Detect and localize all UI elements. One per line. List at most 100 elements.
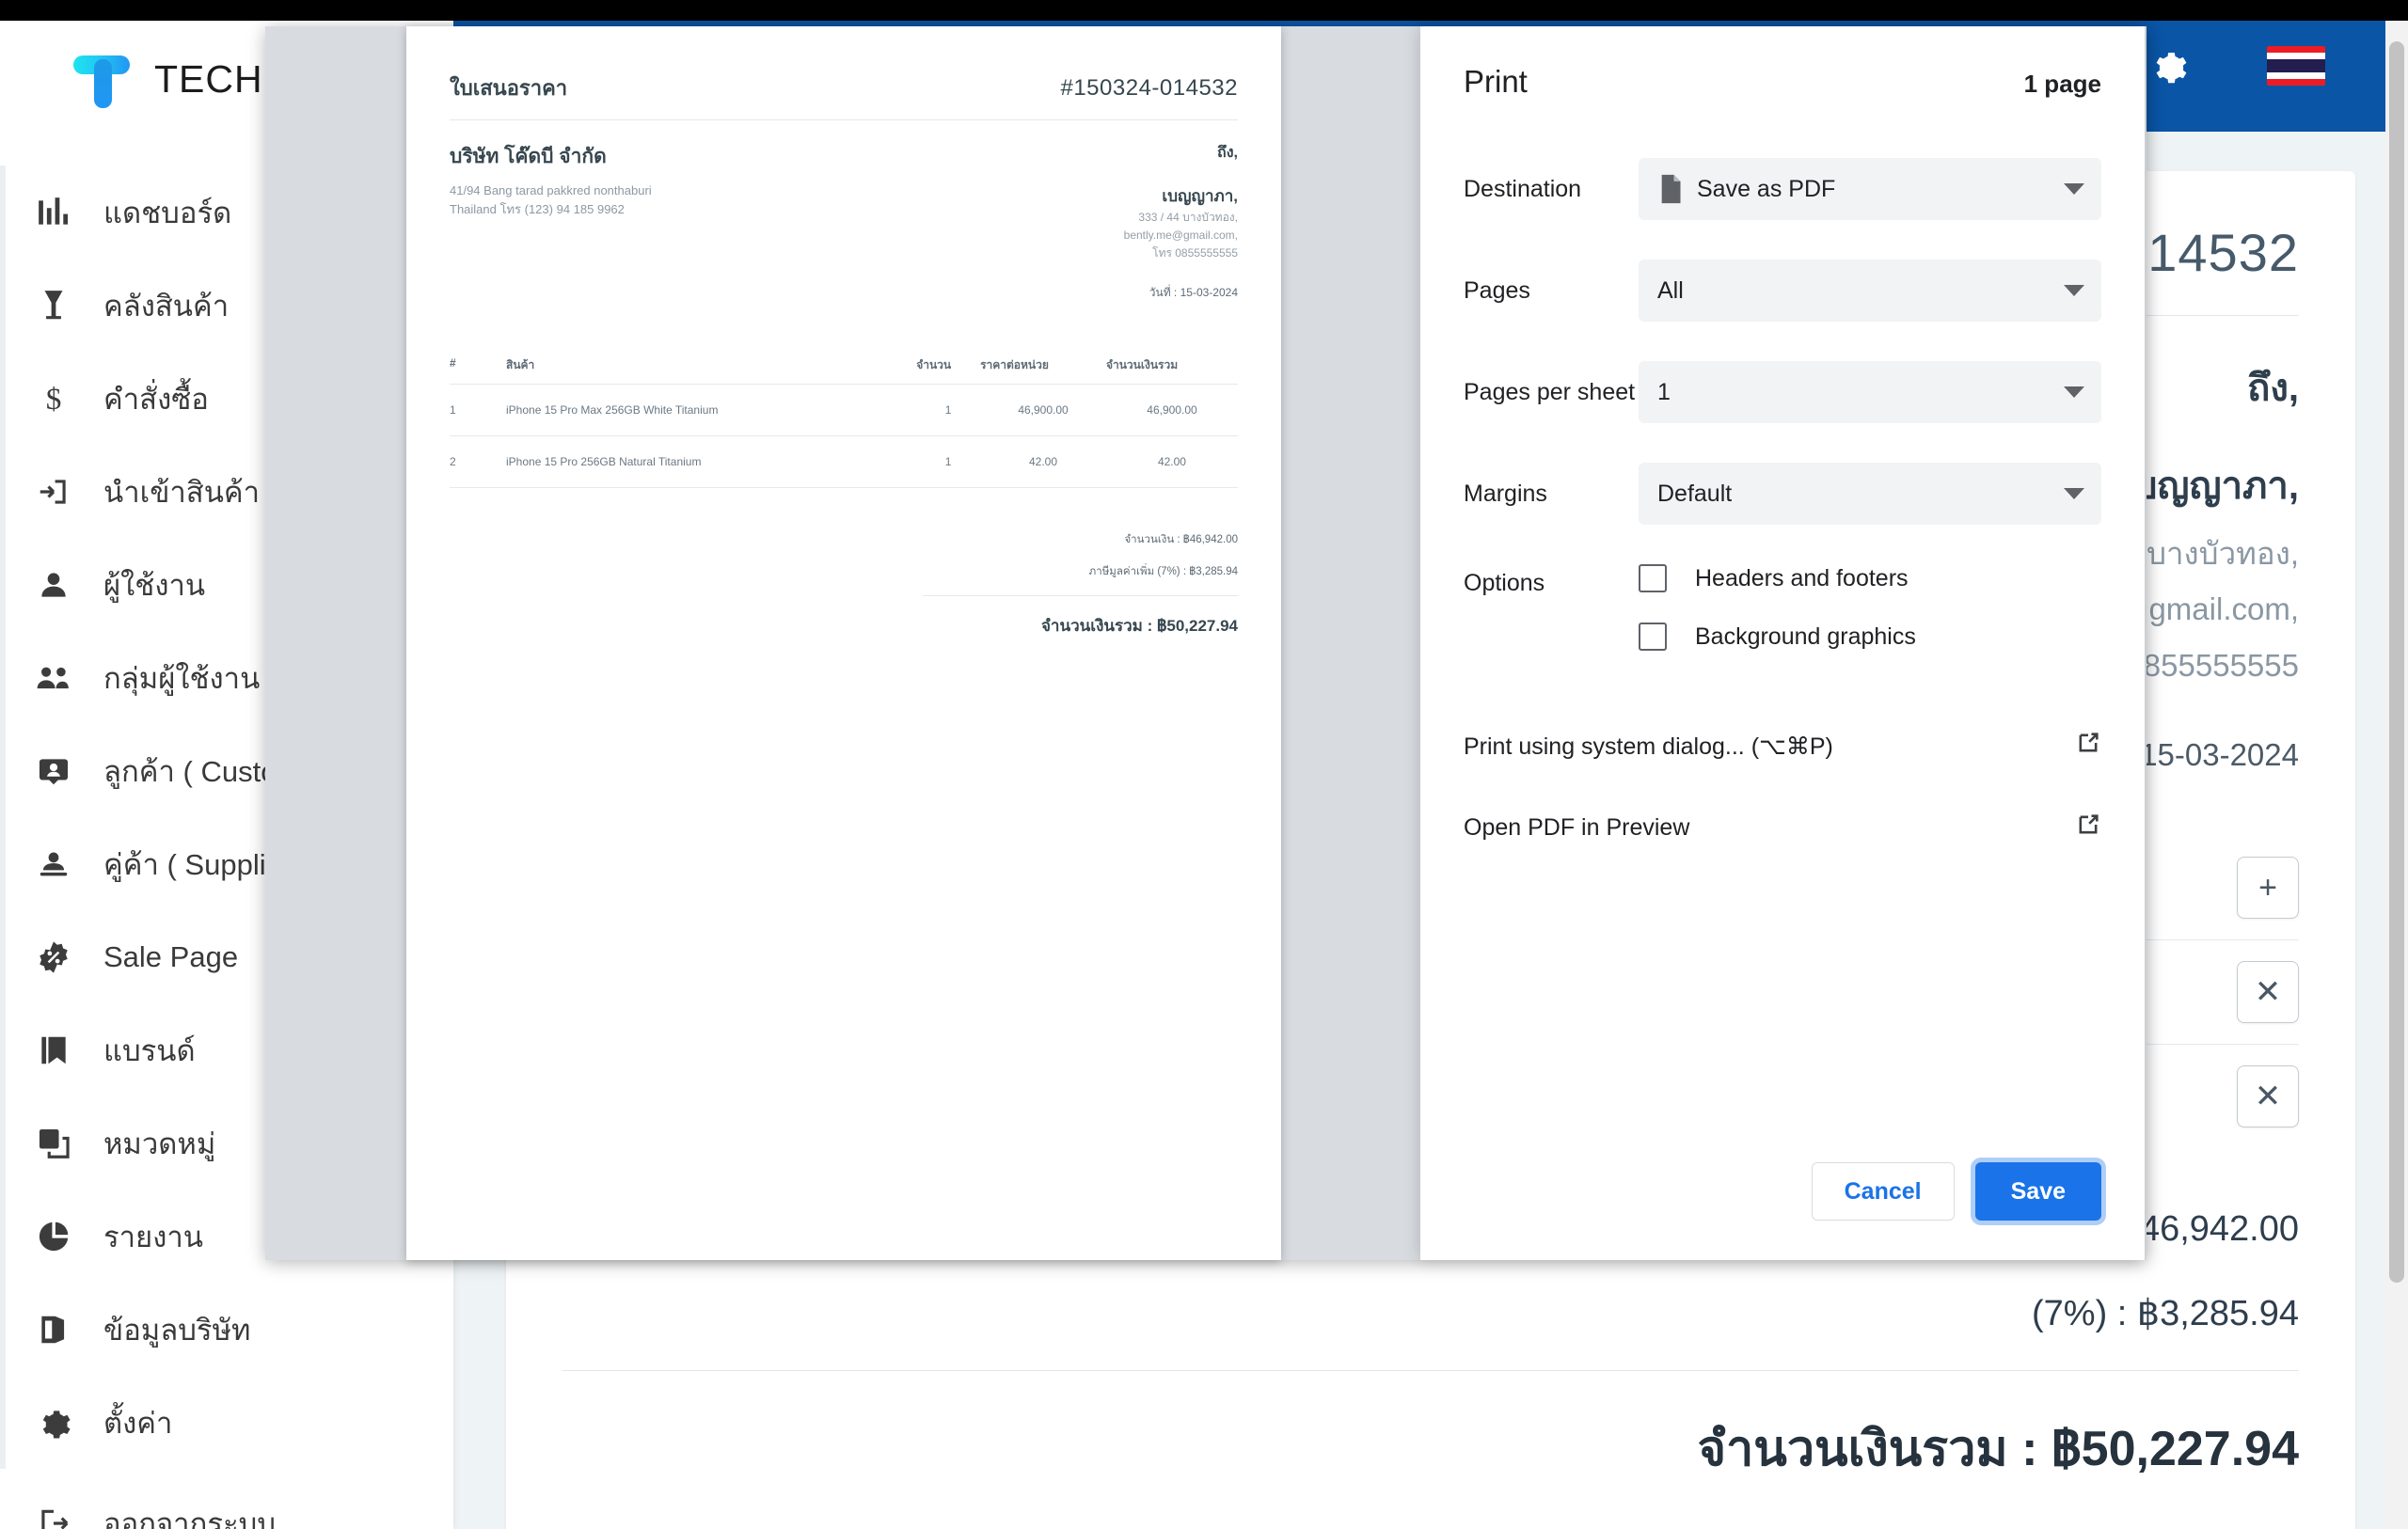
preview-totals: จำนวนเงิน : ฿46,942.00 ภาษีมูลค่าเพิ่ม (… — [450, 531, 1238, 638]
table-row: 2 iPhone 15 Pro 256GB Natural Titanium 1… — [450, 435, 1238, 488]
preview-doc-number: #150324-014532 — [1060, 75, 1238, 101]
customer-name: เบญญาภา, — [1162, 187, 1238, 205]
vertical-scrollbar[interactable] — [2385, 0, 2408, 1529]
pages-per-sheet-select[interactable]: 1 — [1639, 361, 2101, 423]
preview-title: ใบเสนอราคา — [450, 76, 568, 100]
bar-chart-icon — [32, 191, 75, 234]
preview-vat: ภาษีมูลค่าเพิ่ม (7%) : ฿3,285.94 — [1088, 565, 1238, 577]
sidebar-item-company-info[interactable]: ข้อมูลบริษัท — [0, 1283, 453, 1376]
cell-product: iPhone 15 Pro Max 256GB White Titanium — [482, 384, 917, 436]
open-pdf-in-preview-link[interactable]: Open PDF in Preview — [1464, 812, 2101, 844]
divider — [922, 594, 1238, 596]
margins-select[interactable]: Default — [1639, 463, 2101, 525]
cell-no: 1 — [450, 384, 482, 436]
save-button[interactable]: Save — [1974, 1162, 2101, 1221]
open-pdf-label: Open PDF in Preview — [1464, 814, 1690, 841]
sidebar-item-label: คลังสินค้า — [103, 289, 230, 323]
sidebar-item-label: แดชบอร์ด — [103, 196, 232, 229]
preview-grand-total: จำนวนเงินรวม : ฿50,227.94 — [1040, 616, 1238, 635]
pages-value: All — [1657, 276, 1684, 304]
table-row: 1 iPhone 15 Pro Max 256GB White Titanium… — [450, 384, 1238, 436]
dollar-icon: $ — [32, 377, 75, 420]
chevron-down-icon — [2064, 488, 2084, 499]
cell-amount: 46,900.00 — [1105, 384, 1238, 436]
chevron-down-icon — [2064, 285, 2084, 296]
background-graphics-label: Background graphics — [1695, 623, 1916, 650]
window-chrome-strip-right — [265, 0, 2408, 21]
headers-footers-checkbox-row[interactable]: Headers and footers — [1639, 564, 2101, 592]
print-using-system-dialog-link[interactable]: Print using system dialog... (⌥⌘P) — [1464, 730, 2101, 763]
margins-label: Margins — [1464, 480, 1547, 507]
divider — [562, 1370, 2299, 1371]
column-header-product: สินค้า — [482, 355, 917, 385]
company-name: บริษัท โค๊ดบี จำกัด — [450, 146, 607, 167]
building-icon — [32, 1308, 75, 1351]
sidebar-item-label: คำสั่งซื้อ — [103, 382, 209, 416]
gear-icon[interactable] — [2147, 44, 2190, 87]
column-header-unit-price: ราคาต่อหน่วย — [980, 355, 1106, 385]
sidebar-item-settings[interactable]: ตั้งค่า — [0, 1376, 453, 1469]
pages-per-sheet-row: Pages per sheet 1 — [1464, 361, 2101, 423]
sidebar-item-label: หมวดหมู่ — [103, 1127, 216, 1160]
options-checkbox-group: Headers and footers Background graphics — [1639, 564, 2101, 681]
pages-select[interactable]: All — [1639, 260, 2101, 322]
pages-per-sheet-value: 1 — [1657, 378, 1671, 405]
external-link-icon — [2075, 812, 2101, 844]
cell-qty: 1 — [916, 435, 981, 488]
preview-header: ใบเสนอราคา #150324-014532 — [450, 71, 1238, 104]
table-header-row: # สินค้า จำนวน ราคาต่อหน่วย จำนวนเงินรวม — [450, 355, 1238, 385]
sidebar-item-logout[interactable]: ออกจากระบบ — [0, 1476, 453, 1529]
cancel-button[interactable]: Cancel — [1811, 1162, 1955, 1221]
column-header-amount: จำนวนเงินรวม — [1105, 355, 1238, 385]
print-preview-page: ใบเสนอราคา #150324-014532 บริษัท โค๊ดบี … — [406, 26, 1281, 1260]
print-dialog: Print 1 page Destination Save as PDF Pag… — [1420, 26, 2145, 1260]
customer-card-icon — [32, 749, 75, 793]
supplier-icon — [32, 843, 75, 886]
svg-text:$: $ — [46, 382, 62, 417]
destination-value: Save as PDF — [1697, 175, 1836, 202]
system-dialog-label: Print using system dialog... (⌥⌘P) — [1464, 733, 1833, 760]
headers-footers-label: Headers and footers — [1695, 564, 1909, 591]
checkbox-icon[interactable] — [1639, 623, 1667, 651]
background-graphics-checkbox-row[interactable]: Background graphics — [1639, 623, 2101, 651]
company-address-line-2: Thailand โทร (123) 94 185 9962 — [450, 202, 625, 217]
remove-item-button[interactable]: ✕ — [2237, 1065, 2299, 1127]
cell-qty: 1 — [916, 384, 981, 436]
sidebar-item-label: ตั้งค่า — [103, 1406, 173, 1440]
options-row: Options Headers and footers Background g… — [1464, 564, 2101, 681]
bookmark-icon — [32, 1029, 75, 1072]
document-date: วันที่ : 15-03-2024 — [1149, 285, 1238, 299]
options-label: Options — [1464, 570, 1545, 596]
cell-unit-price: 42.00 — [980, 435, 1106, 488]
add-item-button[interactable]: + — [2237, 857, 2299, 919]
scrollbar-thumb[interactable] — [2389, 41, 2404, 1283]
vat: (7%) : ฿3,285.94 — [2032, 1294, 2299, 1333]
print-dialog-header: Print 1 page — [1464, 64, 2101, 100]
sidebar-item-label: กลุ่มผู้ใช้งาน — [103, 661, 261, 695]
destination-select[interactable]: Save as PDF — [1639, 158, 2101, 220]
column-header-qty: จำนวน — [916, 355, 981, 385]
import-icon — [32, 470, 75, 513]
checkbox-icon[interactable] — [1639, 564, 1667, 592]
cell-product: iPhone 15 Pro 256GB Natural Titanium — [482, 435, 917, 488]
customer-email: bently.me@gmail.com, — [1123, 229, 1238, 243]
preview-company-block: บริษัท โค๊ดบี จำกัด 41/94 Bang tarad pak… — [450, 141, 652, 302]
line-items-table: # สินค้า จำนวน ราคาต่อหน่วย จำนวนเงินรวม… — [450, 355, 1238, 488]
preview-customer-block: ถึง, เบญญาภา, 333 / 44 บางบัวทอง, bently… — [1124, 141, 1238, 302]
preview-subtotal: จำนวนเงิน : ฿46,942.00 — [1124, 533, 1238, 545]
sidebar-item-label: แบรนด์ — [103, 1033, 196, 1067]
remove-item-button[interactable]: ✕ — [2237, 961, 2299, 1023]
print-dialog-body: Print 1 page Destination Save as PDF Pag… — [1420, 26, 2145, 1162]
sidebar-item-label: นำเข้าสินค้า — [103, 475, 261, 509]
techkob-logo-icon — [73, 50, 130, 108]
destination-row: Destination Save as PDF — [1464, 158, 2101, 220]
sidebar-item-label: ข้อมูลบริษัท — [103, 1313, 251, 1347]
logout-icon — [32, 1502, 75, 1529]
to-label: ถึง, — [1217, 145, 1238, 161]
pdf-file-icon — [1657, 173, 1684, 205]
divider — [450, 119, 1238, 120]
preview-parties: บริษัท โค๊ดบี จำกัด 41/94 Bang tarad pak… — [450, 141, 1238, 302]
thai-flag-icon[interactable] — [2267, 46, 2325, 86]
destination-label: Destination — [1464, 175, 1582, 202]
sidebar-item-label: ออกจากระบบ — [103, 1506, 277, 1529]
